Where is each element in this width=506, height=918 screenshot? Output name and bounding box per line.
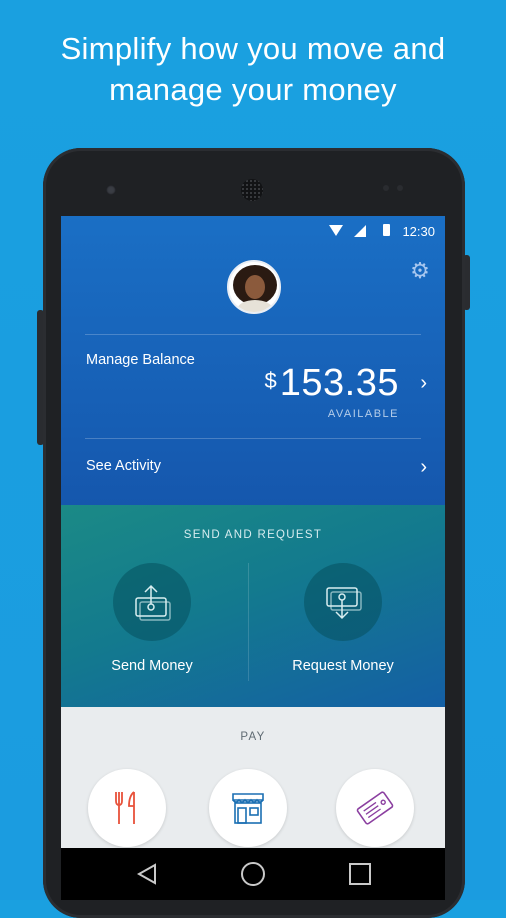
phone-sensor [383, 185, 389, 191]
request-money-button[interactable] [304, 563, 382, 641]
back-icon[interactable] [136, 863, 158, 885]
store-icon [232, 793, 264, 824]
pay-ticket-button[interactable] [336, 769, 414, 847]
battery-icon [383, 224, 390, 236]
pay-store-button[interactable] [209, 769, 287, 847]
balance-header: 12:30 ⚙ Manage Balance $153.35 AVAILABLE… [61, 216, 445, 505]
pay-restaurant-button[interactable] [88, 769, 166, 847]
gear-icon[interactable]: ⚙ [409, 260, 431, 282]
wifi-icon [329, 225, 343, 236]
divider [85, 438, 421, 439]
status-bar: 12:30 [61, 216, 445, 246]
section-title: PAY [240, 731, 266, 743]
home-icon[interactable] [241, 862, 265, 886]
currency-symbol: $ [264, 368, 277, 393]
balance-amount: $153.35 [265, 362, 399, 405]
restaurant-icon [115, 791, 135, 824]
send-money-icon [135, 584, 171, 621]
divider [85, 334, 421, 335]
see-activity-label: See Activity [86, 458, 161, 474]
request-money-icon [326, 587, 362, 620]
user-avatar[interactable] [227, 260, 281, 314]
headline: Simplify how you move and manage your mo… [0, 28, 506, 110]
phone-speaker [241, 179, 263, 201]
send-money-label[interactable]: Send Money [72, 658, 232, 674]
chevron-right-icon: › [420, 372, 427, 394]
ticket-icon [356, 791, 394, 825]
headline-line-2: manage your money [109, 72, 397, 107]
section-title: SEND AND REQUEST [183, 529, 323, 541]
android-nav-bar [61, 848, 445, 900]
recent-apps-icon[interactable] [349, 863, 371, 885]
phone-sensor [397, 185, 403, 191]
chevron-right-icon: › [420, 456, 427, 478]
front-camera [106, 185, 116, 195]
status-time: 12:30 [402, 224, 435, 239]
send-money-button[interactable] [113, 563, 191, 641]
headline-line-1: Simplify how you move and [60, 31, 446, 66]
request-money-label[interactable]: Request Money [263, 658, 423, 674]
divider [248, 563, 249, 681]
app-screen: 12:30 ⚙ Manage Balance $153.35 AVAILABLE… [61, 216, 445, 900]
send-request-section: SEND AND REQUEST Send Money Request Mone… [61, 505, 445, 707]
balance-value: 153.35 [279, 362, 399, 404]
balance-status: AVAILABLE [327, 408, 399, 420]
manage-balance-label: Manage Balance [86, 352, 195, 368]
signal-icon [354, 225, 366, 237]
